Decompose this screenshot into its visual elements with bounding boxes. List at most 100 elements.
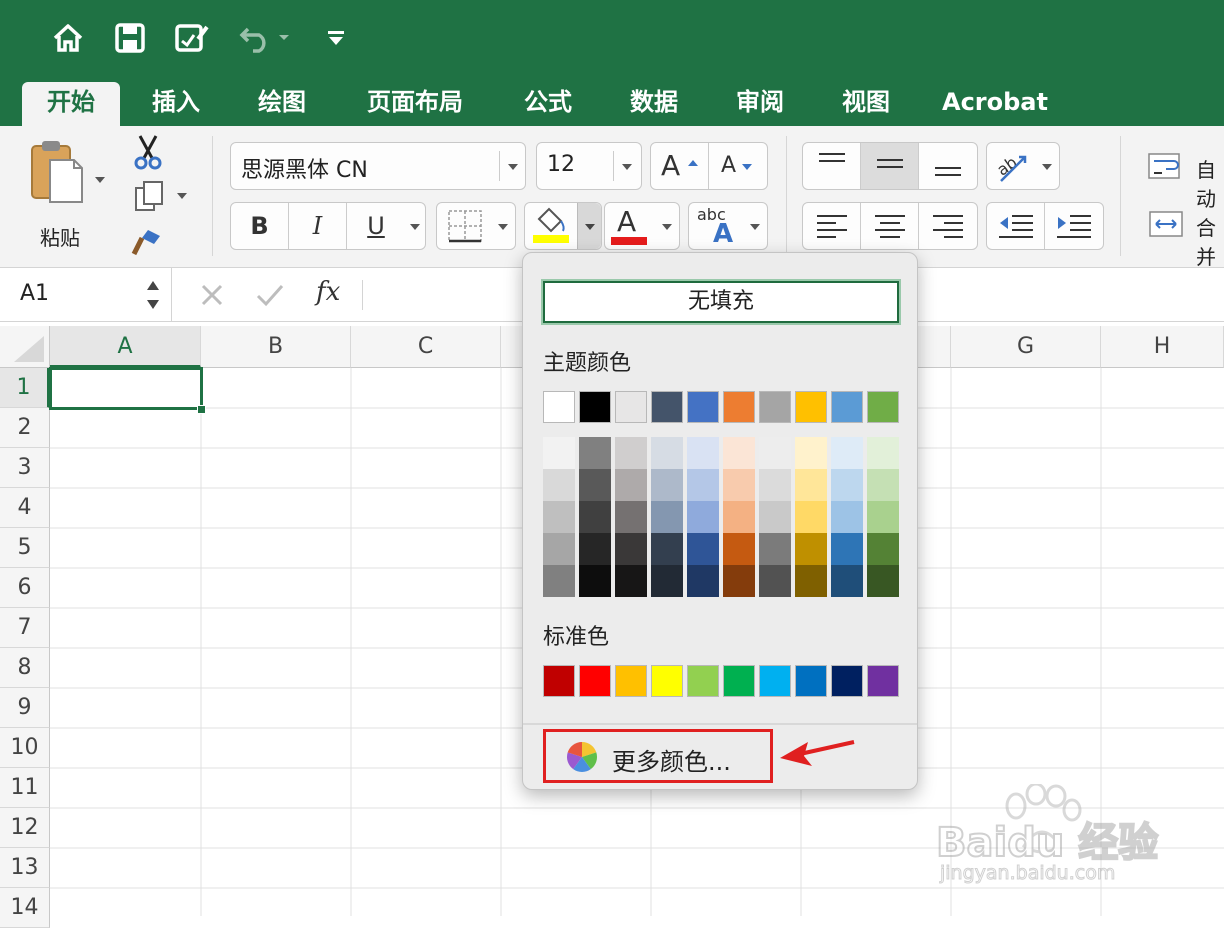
undo-dropdown-icon[interactable] [272, 18, 296, 58]
name-box-stepper-icon[interactable] [146, 278, 160, 312]
theme-shade-swatch[interactable] [723, 533, 755, 565]
column-header-a[interactable]: A [50, 326, 201, 368]
theme-shade-swatch[interactable] [615, 565, 647, 597]
decrease-indent-button[interactable] [987, 203, 1045, 249]
tab-view[interactable]: 视图 [826, 82, 906, 126]
theme-shade-swatch[interactable] [831, 437, 863, 469]
row-header-10[interactable]: 10 [0, 728, 50, 768]
theme-color-swatch[interactable] [579, 391, 611, 423]
theme-shade-swatch[interactable] [723, 565, 755, 597]
format-painter-icon[interactable] [130, 226, 164, 258]
font-color-button[interactable]: A [604, 202, 680, 250]
column-header-b[interactable]: B [201, 326, 351, 368]
theme-shade-swatch[interactable] [651, 469, 683, 501]
theme-shade-swatch[interactable] [651, 533, 683, 565]
theme-shade-swatch[interactable] [687, 533, 719, 565]
standard-color-swatch[interactable] [651, 665, 683, 697]
theme-shade-swatch[interactable] [795, 565, 827, 597]
theme-shade-swatch[interactable] [543, 437, 575, 469]
tab-page-layout[interactable]: 页面布局 [350, 82, 480, 126]
theme-shade-swatch[interactable] [543, 469, 575, 501]
row-header-14[interactable]: 14 [0, 888, 50, 928]
home-icon[interactable] [48, 18, 88, 58]
theme-shade-swatch[interactable] [759, 469, 791, 501]
copy-dropdown-icon[interactable] [176, 192, 188, 200]
italic-button[interactable]: I [289, 203, 347, 249]
no-fill-button[interactable]: 无填充 [541, 279, 901, 325]
row-header-3[interactable]: 3 [0, 448, 50, 488]
fill-handle[interactable] [197, 405, 206, 414]
theme-shade-swatch[interactable] [759, 501, 791, 533]
theme-shade-swatch[interactable] [687, 501, 719, 533]
tab-home[interactable]: 开始 [22, 82, 120, 126]
standard-color-swatch[interactable] [867, 665, 899, 697]
cut-icon[interactable] [132, 134, 164, 170]
theme-shade-swatch[interactable] [543, 501, 575, 533]
row-header-9[interactable]: 9 [0, 688, 50, 728]
standard-color-swatch[interactable] [723, 665, 755, 697]
align-right-button[interactable] [919, 203, 977, 249]
more-colors-button[interactable]: 更多颜色... [543, 729, 773, 783]
theme-shade-swatch[interactable] [687, 437, 719, 469]
theme-shade-swatch[interactable] [831, 501, 863, 533]
theme-shade-swatch[interactable] [723, 469, 755, 501]
standard-color-swatch[interactable] [831, 665, 863, 697]
theme-color-swatch[interactable] [831, 391, 863, 423]
theme-color-swatch[interactable] [795, 391, 827, 423]
theme-color-swatch[interactable] [723, 391, 755, 423]
theme-shade-swatch[interactable] [615, 501, 647, 533]
paste-button[interactable]: 粘贴 [22, 136, 112, 250]
theme-color-swatch[interactable] [615, 391, 647, 423]
theme-shade-swatch[interactable] [651, 565, 683, 597]
theme-shade-swatch[interactable] [759, 533, 791, 565]
row-header-5[interactable]: 5 [0, 528, 50, 568]
theme-shade-swatch[interactable] [615, 469, 647, 501]
increase-font-size-button[interactable]: A [651, 143, 709, 189]
theme-shade-swatch[interactable] [831, 533, 863, 565]
theme-shade-swatch[interactable] [579, 533, 611, 565]
column-header-g[interactable]: G [951, 326, 1101, 368]
theme-shade-swatch[interactable] [579, 437, 611, 469]
row-header-8[interactable]: 8 [0, 648, 50, 688]
theme-shade-swatch[interactable] [759, 437, 791, 469]
column-header-h[interactable]: H [1101, 326, 1224, 368]
theme-shade-swatch[interactable] [723, 437, 755, 469]
wrap-text-button[interactable]: 自动 [1148, 152, 1224, 211]
copy-icon[interactable] [134, 180, 166, 214]
theme-shade-swatch[interactable] [687, 469, 719, 501]
theme-shade-swatch[interactable] [687, 565, 719, 597]
theme-shade-swatch[interactable] [831, 565, 863, 597]
row-header-7[interactable]: 7 [0, 608, 50, 648]
theme-shade-swatch[interactable] [543, 533, 575, 565]
theme-shade-swatch[interactable] [543, 565, 575, 597]
theme-shade-swatch[interactable] [615, 533, 647, 565]
theme-shade-swatch[interactable] [867, 565, 899, 597]
standard-color-swatch[interactable] [543, 665, 575, 697]
bold-button[interactable]: B [231, 203, 289, 249]
column-header-c[interactable]: C [351, 326, 501, 368]
theme-color-swatch[interactable] [759, 391, 791, 423]
borders-button[interactable] [436, 202, 516, 250]
decrease-font-size-button[interactable]: A [709, 143, 767, 189]
row-header-11[interactable]: 11 [0, 768, 50, 808]
theme-shade-swatch[interactable] [579, 565, 611, 597]
undo-icon[interactable] [236, 18, 276, 58]
font-size-select[interactable]: 12 [536, 142, 642, 190]
row-header-1[interactable]: 1 [0, 368, 50, 408]
font-name-select[interactable]: 思源黑体 CN [230, 142, 526, 190]
insert-function-button[interactable]: fx [316, 277, 340, 307]
tab-acrobat[interactable]: Acrobat [936, 82, 1054, 126]
underline-dropdown-icon[interactable] [409, 223, 421, 231]
tab-insert[interactable]: 插入 [136, 82, 216, 126]
align-top-button[interactable] [803, 143, 861, 189]
standard-color-swatch[interactable] [579, 665, 611, 697]
theme-shade-swatch[interactable] [867, 533, 899, 565]
cancel-icon[interactable] [200, 283, 224, 307]
standard-color-swatch[interactable] [687, 665, 719, 697]
theme-shade-swatch[interactable] [579, 469, 611, 501]
row-header-4[interactable]: 4 [0, 488, 50, 528]
row-header-12[interactable]: 12 [0, 808, 50, 848]
save-icon[interactable] [110, 18, 150, 58]
theme-shade-swatch[interactable] [795, 533, 827, 565]
theme-shade-swatch[interactable] [651, 437, 683, 469]
